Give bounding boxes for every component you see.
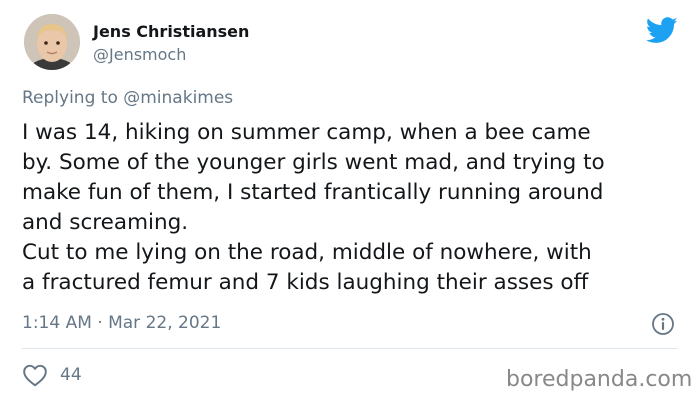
reply-prefix: Replying to xyxy=(22,88,124,108)
twitter-bird-icon[interactable] xyxy=(646,17,678,44)
tweet-line: I was 14, hiking on summer camp, when a … xyxy=(22,120,591,145)
heart-icon xyxy=(23,364,47,387)
tweet-line: a fractured femur and 7 kids laughing th… xyxy=(22,270,589,295)
author-handle[interactable]: @Jensmoch xyxy=(93,45,186,64)
tweet-line: make fun of them, I started frantically … xyxy=(22,180,604,205)
author-avatar[interactable] xyxy=(24,14,80,70)
child-portrait-avatar-icon xyxy=(24,14,80,70)
like-button[interactable]: 44 xyxy=(22,362,82,388)
reply-mention-link[interactable]: @minakimes xyxy=(123,88,233,108)
like-count: 44 xyxy=(60,365,82,385)
tweet-line: and screaming. xyxy=(22,210,189,235)
author-name[interactable]: Jens Christiansen xyxy=(93,22,249,41)
tweet-timestamp[interactable]: 1:14 AM · Mar 22, 2021 xyxy=(22,313,221,333)
tweet-line: by. Some of the younger girls went mad, … xyxy=(22,150,605,175)
reply-context: Replying to @minakimes xyxy=(22,88,233,108)
divider xyxy=(22,348,678,349)
info-icon[interactable] xyxy=(651,312,675,336)
boredpanda-watermark: boredpanda.com xyxy=(506,367,693,392)
tweet-line: Cut to me lying on the road, middle of n… xyxy=(22,240,592,265)
tweet-text: I was 14, hiking on summer camp, when a … xyxy=(22,118,692,298)
